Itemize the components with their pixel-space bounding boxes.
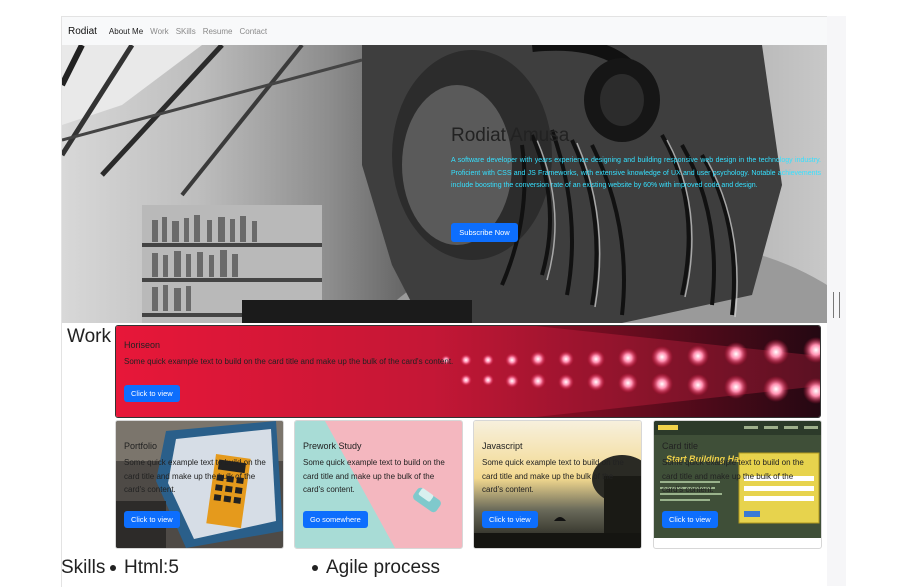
card-title: Javascript	[482, 441, 523, 451]
skill-label: Html:5	[124, 557, 179, 578]
bullet-icon	[110, 565, 116, 571]
card-title: Horiseon	[124, 340, 161, 350]
hero-description: A software developer with years experien…	[451, 157, 821, 189]
card-text: Some quick example text to build on the …	[303, 458, 445, 494]
skill-item: Html:5	[110, 557, 179, 579]
nav-link-contact[interactable]: Contact	[240, 27, 268, 36]
bullet-icon	[312, 565, 318, 571]
skill-item: Agile process	[312, 557, 440, 579]
prework-go-button[interactable]: Go somewhere	[303, 511, 368, 528]
navbar-brand[interactable]: Rodiat	[68, 26, 97, 37]
featured-view-button[interactable]: Click to view	[124, 385, 180, 402]
hero-title: Rodiat Amusa	[451, 125, 570, 146]
javascript-view-button[interactable]: Click to view	[482, 511, 538, 528]
card-javascript: Javascript Some quick example text to bu…	[473, 420, 642, 549]
card-text: Some quick example text to build on the …	[124, 458, 266, 494]
subscribe-button[interactable]: Subscribe Now	[451, 223, 518, 242]
resize-handle[interactable]	[833, 292, 840, 318]
skill-label: Agile process	[326, 557, 441, 578]
hero-section: Rodiat Amusa A software developer with y…	[62, 45, 827, 323]
card-title: Prework Study	[303, 441, 362, 451]
skills-heading: Skills	[61, 557, 106, 578]
nav-link-resume[interactable]: Resume	[203, 27, 233, 36]
card-text: Some quick example text to build on the …	[662, 458, 804, 494]
card-run-buddy: Start Building Habits Card title Some qu…	[653, 420, 822, 549]
portfolio-view-button[interactable]: Click to view	[124, 511, 180, 528]
navbar: Rodiat About Me Work SKills Resume Conta…	[62, 17, 827, 45]
card-title-view-button[interactable]: Click to view	[662, 511, 718, 528]
card-title: Card title	[662, 441, 699, 451]
card-portfolio: Portfolio Some quick example text to bui…	[115, 420, 284, 549]
card-title: Portfolio	[124, 441, 158, 451]
nav-link-skills[interactable]: SKills	[176, 27, 196, 36]
card-prework-study: Prework Study Some quick example text to…	[294, 420, 463, 549]
work-heading: Work	[67, 326, 111, 347]
card-text: Some quick example text to build on the …	[482, 458, 624, 494]
featured-card-horiseon: Horiseon Some quick example text to buil…	[115, 325, 821, 418]
led-lights-image	[116, 326, 820, 417]
card-text: Some quick example text to build on the …	[124, 357, 454, 366]
nav-link-about-me[interactable]: About Me	[109, 27, 143, 36]
nav-link-work[interactable]: Work	[150, 27, 169, 36]
